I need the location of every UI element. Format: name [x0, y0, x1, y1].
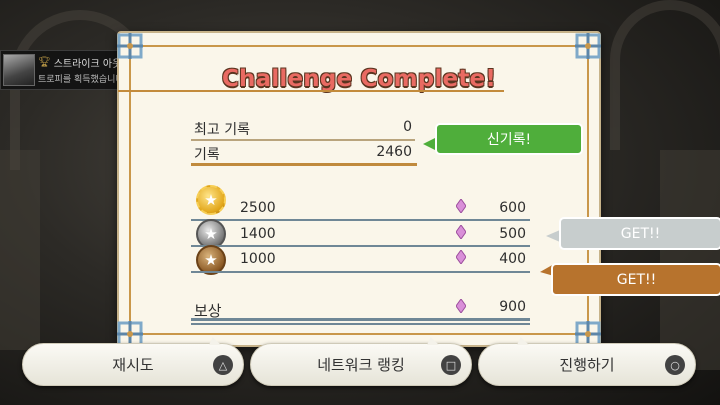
corner-ornament-icon: [573, 31, 603, 61]
continue-button[interactable]: 진행하기 ○: [478, 337, 696, 386]
best-record-label: 최고 기록: [194, 122, 250, 138]
medal-reward: 400: [499, 251, 526, 267]
medal-reward: 500: [499, 226, 526, 242]
trophy-thumbnail: [3, 54, 35, 86]
reward-divider: [191, 323, 530, 325]
record-label: 기록: [194, 147, 220, 163]
medal-reward: 600: [499, 200, 526, 216]
reward-divider: [191, 318, 530, 321]
challenge-title: Challenge Complete!: [221, 66, 497, 92]
gold-medal-icon: ★: [196, 185, 226, 215]
record-value: 2460: [376, 144, 412, 160]
medal-row-divider: [191, 271, 530, 273]
circle-icon: ○: [665, 355, 685, 375]
retry-button-label: 재시도: [112, 356, 154, 374]
gem-icon: [456, 250, 466, 264]
continue-button-label: 진행하기: [559, 356, 615, 374]
best-record-divider: [191, 139, 415, 141]
medal-threshold: 1400: [240, 226, 276, 242]
new-record-badge-tail: [423, 138, 435, 150]
medal-threshold: 2500: [240, 200, 276, 216]
trophy-message: 트로피를 획득했습니다!: [38, 75, 128, 85]
gem-icon: [456, 299, 466, 313]
get-badge-bronze: GET!!: [551, 263, 720, 296]
best-record-value: 0: [403, 119, 412, 135]
corner-ornament-icon: [115, 31, 145, 61]
trophy-title: 스트라이크 아웃: [53, 59, 122, 70]
reward-value: 900: [499, 299, 526, 315]
gem-icon: [456, 225, 466, 239]
gem-icon: [456, 199, 466, 213]
triangle-icon: △: [213, 355, 233, 375]
trophy-cup-icon: 🏆︎: [38, 57, 51, 68]
network-ranking-button[interactable]: 네트워크 랭킹 □: [250, 337, 472, 386]
network-ranking-button-label: 네트워크 랭킹: [317, 356, 405, 374]
title-divider: [118, 90, 504, 92]
get-badge-silver: GET!!: [559, 217, 720, 250]
new-record-badge: 신기록!: [435, 123, 583, 155]
challenge-result-panel: Challenge Complete!: [117, 31, 601, 347]
get-badge-tail: [546, 230, 560, 242]
medal-row-divider: [191, 245, 530, 247]
retry-button[interactable]: 재시도 △: [22, 337, 244, 386]
record-divider: [191, 163, 417, 166]
square-icon: □: [441, 355, 461, 375]
medal-row-divider: [191, 219, 530, 221]
medal-threshold: 1000: [240, 251, 276, 267]
